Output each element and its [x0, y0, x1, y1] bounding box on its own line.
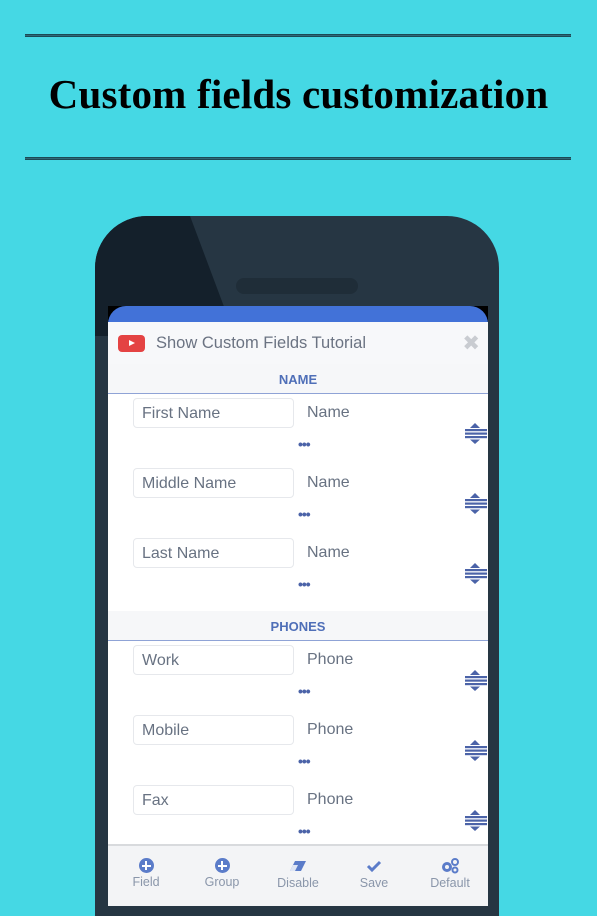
- more-options-icon[interactable]: •••: [298, 576, 311, 592]
- toolbar-label: Default: [430, 876, 470, 890]
- field-label-input[interactable]: Work: [133, 645, 294, 675]
- field-type[interactable]: Phone: [307, 791, 353, 809]
- field-type[interactable]: Phone: [307, 651, 353, 669]
- bottom-divider: [25, 157, 571, 160]
- tutorial-banner[interactable]: Show Custom Fields Tutorial ✖: [108, 322, 488, 364]
- check-icon: [336, 858, 412, 874]
- field-label-text: Work: [142, 652, 180, 669]
- toolbar-label: Group: [204, 875, 240, 889]
- field-type[interactable]: Name: [307, 544, 350, 562]
- add-field-button[interactable]: Field: [108, 846, 184, 906]
- field-label-text: First Name: [142, 405, 221, 422]
- gears-icon: [412, 858, 488, 874]
- field-label-text: Middle Name: [142, 475, 237, 492]
- field-row: Work Phone •••: [108, 645, 488, 715]
- bottom-toolbar: Field Group Disable Save Default: [108, 844, 488, 906]
- save-button[interactable]: Save: [336, 846, 412, 906]
- toolbar-label: Save: [359, 876, 389, 890]
- tutorial-label: Show Custom Fields Tutorial: [156, 333, 366, 352]
- phone-speaker: [236, 278, 358, 294]
- default-button[interactable]: Default: [412, 846, 488, 906]
- close-icon[interactable]: ✖: [462, 331, 480, 356]
- field-label-input[interactable]: Mobile: [133, 715, 294, 745]
- field-label-input[interactable]: Middle Name: [133, 468, 294, 498]
- field-row: Last Name Name •••: [108, 538, 488, 608]
- field-label-text: Last Name: [142, 545, 220, 562]
- toolbar-label: Disable: [277, 876, 319, 890]
- phone-screen: Show Custom Fields Tutorial ✖ NAME First…: [108, 306, 488, 906]
- toolbar-label: Field: [132, 875, 160, 889]
- group-title: NAME: [278, 372, 318, 387]
- group-header-phones: PHONES: [108, 611, 488, 641]
- field-label-input[interactable]: First Name: [133, 398, 294, 428]
- more-options-icon[interactable]: •••: [298, 683, 311, 699]
- group-title: PHONES: [270, 619, 326, 634]
- drag-handle-icon[interactable]: [463, 667, 488, 693]
- field-label-text: Fax: [142, 792, 169, 809]
- disable-button[interactable]: Disable: [260, 846, 336, 906]
- more-options-icon[interactable]: •••: [298, 436, 311, 452]
- page-headline: Custom fields customization: [48, 71, 549, 117]
- drag-handle-icon[interactable]: [463, 807, 488, 833]
- youtube-icon: [118, 334, 145, 352]
- eraser-icon: [260, 858, 336, 874]
- plus-circle-icon: [138, 858, 154, 873]
- field-type[interactable]: Name: [307, 474, 350, 492]
- top-divider: [25, 34, 571, 37]
- field-label-text: Mobile: [142, 722, 190, 739]
- more-options-icon[interactable]: •••: [298, 753, 311, 769]
- field-type[interactable]: Phone: [307, 721, 353, 739]
- more-options-icon[interactable]: •••: [298, 823, 311, 839]
- field-label-input[interactable]: Fax: [133, 785, 294, 815]
- plus-circle-icon: [214, 858, 230, 873]
- field-row: Middle Name Name •••: [108, 468, 488, 538]
- field-row: First Name Name •••: [108, 398, 488, 468]
- custom-fields-list: Show Custom Fields Tutorial ✖ NAME First…: [108, 322, 488, 862]
- field-label-input[interactable]: Last Name: [133, 538, 294, 568]
- drag-handle-icon[interactable]: [463, 737, 488, 763]
- field-row: Mobile Phone •••: [108, 715, 488, 785]
- field-type[interactable]: Name: [307, 404, 350, 422]
- add-group-button[interactable]: Group: [184, 846, 260, 906]
- drag-handle-icon[interactable]: [463, 420, 488, 446]
- group-header-name: NAME: [108, 364, 488, 394]
- drag-handle-icon[interactable]: [463, 560, 488, 586]
- drag-handle-icon[interactable]: [463, 490, 488, 516]
- more-options-icon[interactable]: •••: [298, 506, 311, 522]
